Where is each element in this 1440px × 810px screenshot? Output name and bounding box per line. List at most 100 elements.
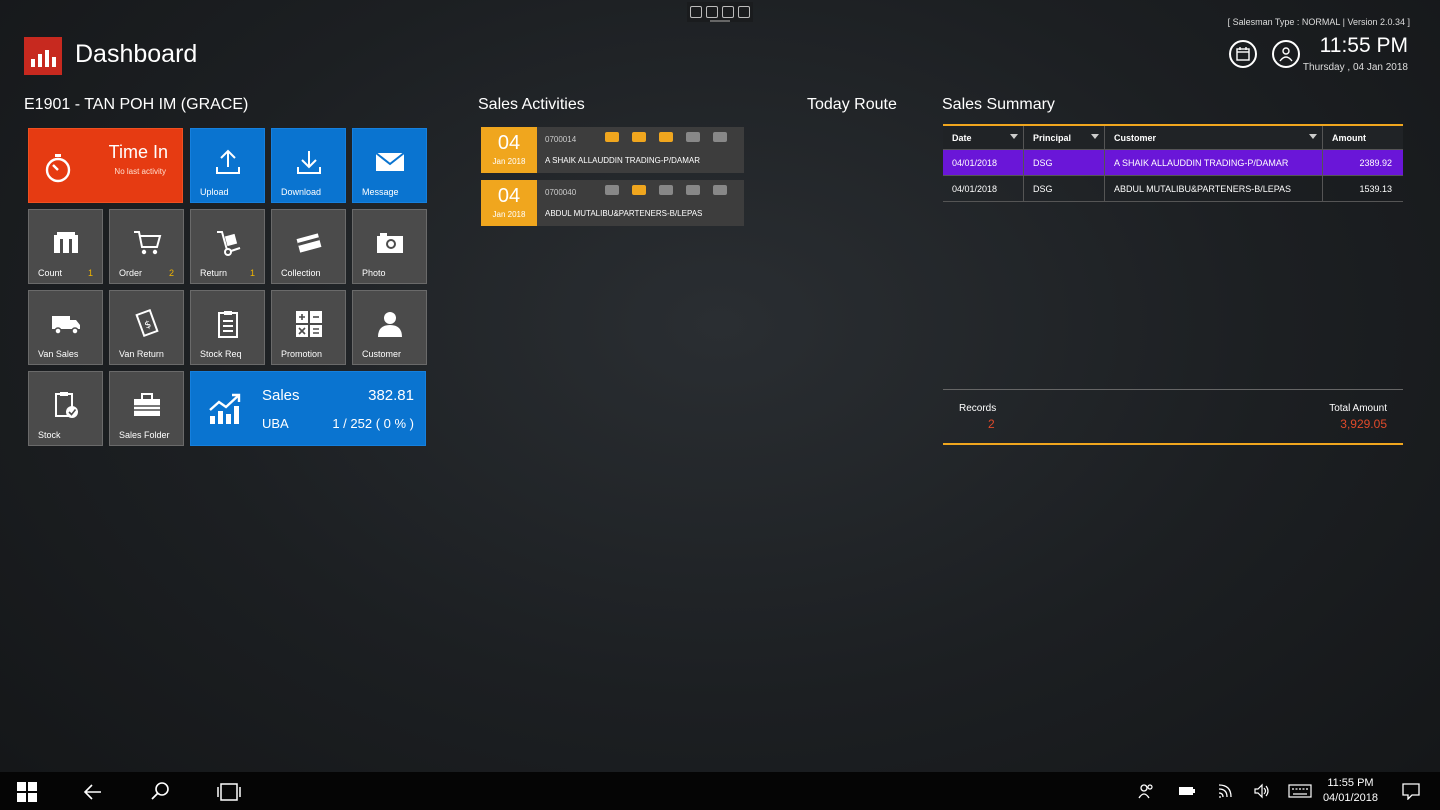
- count-label: Count: [38, 268, 63, 278]
- customer-tile[interactable]: Customer: [352, 290, 427, 365]
- calendar-icon[interactable]: [1229, 40, 1257, 68]
- time-in-status: No last activity: [114, 167, 166, 176]
- collection-status-icon: [686, 185, 700, 195]
- credit-card-icon: [296, 233, 321, 253]
- sales-summary-tile[interactable]: Sales 382.81 UBA 1 / 252 ( 0 % ): [190, 371, 426, 446]
- taskbar-time: 11:55 PM: [1327, 777, 1374, 789]
- activity-month: Jan 2018: [492, 210, 526, 219]
- download-label: Download: [281, 187, 322, 197]
- growth-chart-icon: [209, 393, 241, 424]
- envelope-icon: [374, 152, 405, 171]
- return-tile[interactable]: Return 1: [190, 209, 265, 284]
- action-center-icon[interactable]: [1402, 783, 1420, 800]
- shopping-cart-icon: [133, 231, 161, 255]
- column-header-principal[interactable]: Principal: [1024, 126, 1105, 149]
- photo-tile[interactable]: Photo: [352, 209, 427, 284]
- table-row[interactable]: 04/01/2018 DSG ABDUL MUTALIBU&PARTENERS-…: [943, 176, 1403, 202]
- windows-start-icon[interactable]: [17, 782, 37, 802]
- activity-customer-code: 0700040: [545, 188, 577, 197]
- uba-value: 1 / 252 ( 0 % ): [332, 416, 414, 431]
- count-status-icon: [605, 132, 619, 142]
- time-in-title: Time In: [108, 142, 168, 162]
- count-status-icon: [605, 185, 619, 195]
- sales-folder-label: Sales Folder: [119, 430, 170, 440]
- van-sales-label: Van Sales: [38, 349, 79, 359]
- back-arrow-icon[interactable]: [83, 782, 103, 802]
- sales-label: Sales: [262, 387, 300, 404]
- van-sales-tile[interactable]: Van Sales: [28, 290, 103, 365]
- taskbar-clock[interactable]: 11:55 PM 04/01/2018: [1323, 776, 1378, 806]
- records-label: Records: [959, 403, 997, 414]
- activity-day: 04: [497, 132, 521, 154]
- cell-date: 04/01/2018: [943, 176, 1024, 201]
- today-route-title[interactable]: Today Route: [807, 96, 897, 114]
- wifi-icon[interactable]: [1217, 783, 1233, 799]
- column-header-date[interactable]: Date: [943, 126, 1024, 149]
- return-status-icon: [659, 132, 673, 142]
- return-status-icon: [659, 185, 673, 195]
- filter-icon[interactable]: [1091, 134, 1099, 139]
- filter-icon[interactable]: [1309, 134, 1317, 139]
- clock-time: 11:55 PM: [1319, 34, 1408, 57]
- shelf-icon: [53, 232, 78, 253]
- message-tile[interactable]: Message: [352, 128, 427, 203]
- header-label: Principal: [1033, 132, 1072, 143]
- collection-tile[interactable]: Collection: [271, 209, 346, 284]
- people-icon[interactable]: [1138, 783, 1154, 799]
- hand-truck-icon: [216, 231, 240, 256]
- column-header-amount[interactable]: Amount: [1323, 126, 1403, 149]
- sales-summary-title: Sales Summary: [942, 96, 1055, 113]
- taskbar-date: 04/01/2018: [1322, 792, 1378, 804]
- count-tile[interactable]: Count 1: [28, 209, 103, 284]
- delivery-truck-icon: [51, 316, 80, 335]
- toolbar-icon-2[interactable]: [706, 6, 718, 18]
- collection-label: Collection: [281, 268, 321, 278]
- promotion-tile[interactable]: Promotion: [271, 290, 346, 365]
- activity-customer-code: 0700014: [545, 135, 577, 144]
- activity-item[interactable]: 04 Jan 2018 0700014 A SHAIK ALLAUDDIN TR…: [481, 127, 744, 173]
- toolbar-icon-4[interactable]: [738, 6, 750, 18]
- order-label: Order: [119, 268, 143, 278]
- stock-tile[interactable]: Stock: [28, 371, 103, 446]
- person-icon: [377, 312, 402, 337]
- window-mode-toolbar[interactable]: [687, 2, 753, 22]
- battery-icon[interactable]: [1178, 785, 1196, 797]
- activity-day: 04: [497, 185, 521, 207]
- briefcase-icon: [133, 393, 160, 416]
- time-in-tile[interactable]: Time In No last activity: [28, 128, 183, 203]
- activity-item[interactable]: 04 Jan 2018 0700040 ABDUL MUTALIBU&PARTE…: [481, 180, 744, 226]
- count-badge: 1: [87, 268, 93, 278]
- volume-icon[interactable]: [1254, 783, 1270, 799]
- page-title: Dashboard: [75, 40, 198, 68]
- search-icon[interactable]: [150, 781, 170, 801]
- return-label: Return: [200, 268, 228, 278]
- upload-tile[interactable]: Upload: [190, 128, 265, 203]
- header-label: Date: [952, 132, 972, 143]
- sales-folder-tile[interactable]: Sales Folder: [109, 371, 184, 446]
- svg-text:$: $: [143, 319, 153, 332]
- salesman-name: E1901 - TAN POH IM (GRACE): [24, 96, 249, 113]
- keyboard-icon[interactable]: [1288, 784, 1312, 798]
- activity-customer-name: ABDUL MUTALIBU&PARTENERS-B/LEPAS: [545, 209, 703, 218]
- toolbar-icon-1[interactable]: [690, 6, 702, 18]
- cell-principal: DSG: [1024, 150, 1105, 175]
- message-label: Message: [362, 187, 399, 197]
- user-profile-icon[interactable]: [1272, 40, 1300, 68]
- stock-req-tile[interactable]: Stock Req: [190, 290, 265, 365]
- download-tile[interactable]: Download: [271, 128, 346, 203]
- activity-date-badge: 04 Jan 2018: [481, 127, 537, 173]
- column-header-customer[interactable]: Customer: [1105, 126, 1323, 149]
- stock-req-label: Stock Req: [200, 349, 242, 359]
- cell-customer: ABDUL MUTALIBU&PARTENERS-B/LEPAS: [1105, 176, 1323, 201]
- van-return-tile[interactable]: $ Van Return: [109, 290, 184, 365]
- records-value: 2: [988, 417, 995, 431]
- table-row[interactable]: 04/01/2018 DSG A SHAIK ALLAUDDIN TRADING…: [943, 150, 1403, 176]
- clipboard-icon: [217, 311, 238, 338]
- filter-icon[interactable]: [1010, 134, 1018, 139]
- collection-status-icon: [686, 132, 700, 142]
- task-view-icon[interactable]: [216, 782, 242, 802]
- photo-status-icon: [713, 185, 727, 195]
- calculator-icon: [295, 311, 322, 337]
- order-tile[interactable]: Order 2: [109, 209, 184, 284]
- toolbar-icon-3[interactable]: [722, 6, 734, 18]
